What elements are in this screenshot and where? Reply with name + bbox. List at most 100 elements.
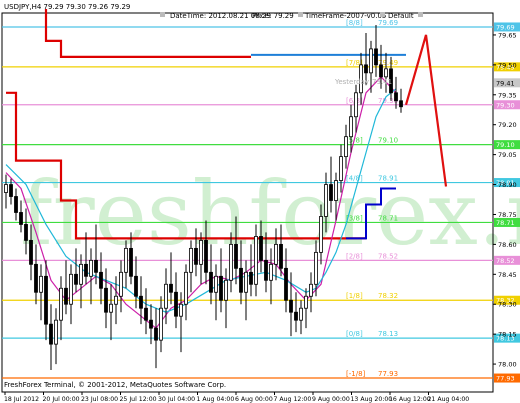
candle-body [114, 295, 118, 305]
x-tick-label: 6 Aug 00:00 [235, 396, 273, 403]
candle-body [244, 271, 248, 293]
candle-body [119, 271, 123, 297]
y-tick-label: 79.65 [498, 31, 517, 39]
yesterday-value: 79.41 [372, 78, 392, 86]
candle-body [324, 184, 328, 217]
chart-window: freshforex.ru [8/8]79.6979.69[7/8]79.497… [0, 0, 520, 403]
level-label: [1/8] [346, 292, 363, 300]
candle-body [59, 287, 63, 321]
candle-body [144, 307, 148, 321]
candle-body [19, 212, 23, 225]
current-price-label: 79.41 [496, 79, 515, 87]
footer-copyright: FreshForex Terminal, © 2001-2012, MetaQu… [4, 381, 226, 389]
chart-canvas: freshforex.ru [8/8]79.6979.69[7/8]79.497… [1, 3, 520, 403]
level-axis-label: 78.52 [496, 257, 515, 265]
candle-body [304, 295, 308, 309]
level-axis-label: 79.30 [496, 101, 515, 109]
candle-body [234, 243, 238, 269]
header-marker-icon [380, 12, 385, 17]
candle-body [249, 271, 253, 285]
x-tick-label: 18 Jul 2012 [4, 396, 39, 403]
y-tick-label: 78.60 [498, 241, 517, 249]
x-tick-label: 20 Jul 00:00 [43, 396, 80, 403]
x-tick-label: 7 Aug 12:00 [274, 396, 312, 403]
x-tick-label: 30 Jul 04:00 [158, 396, 195, 403]
candle-body [159, 307, 163, 341]
candle-body [309, 283, 313, 297]
candle-body [84, 263, 88, 277]
x-tick-label: 1 Aug 04:00 [197, 396, 235, 403]
x-tick-label: 23 Jul 08:00 [81, 396, 118, 403]
candle-body [54, 319, 58, 345]
candle-body [239, 267, 243, 293]
yesterday-label: Yesterday [334, 78, 369, 86]
candle-body [289, 299, 293, 313]
y-tick-label: 78.00 [498, 361, 517, 369]
candle-body [199, 239, 203, 265]
candle-body [204, 239, 208, 273]
candle-body [299, 307, 303, 321]
header-marker-icon [298, 12, 303, 17]
level-axis-label: 79.10 [496, 141, 515, 149]
candle-body [149, 319, 153, 329]
candle-body [209, 271, 213, 293]
candle-body [329, 184, 333, 201]
level-label: [8/8] [346, 19, 363, 27]
candle-body [179, 303, 183, 317]
y-tick-label: 78.90 [498, 181, 517, 189]
candle-body [294, 311, 298, 321]
candle-body [34, 263, 38, 293]
header-marker-icon [160, 12, 165, 17]
candle-body [24, 224, 28, 241]
time-axis: 18 Jul 2012 20 Jul 00:00 23 Jul 08:00 25 Ju… [4, 392, 469, 403]
candle-body [399, 100, 403, 108]
candle-body [259, 236, 263, 261]
candle-body [129, 247, 133, 277]
symbol-header: USDJPY,H4 79.29 79.30 79.26 79.29 [4, 3, 130, 11]
candle-body [214, 275, 218, 293]
y-tick-label: 79.05 [498, 151, 517, 159]
candle-body [274, 243, 278, 265]
candle-body [269, 263, 273, 281]
candle-body [379, 64, 383, 78]
candle-body [154, 327, 158, 341]
y-tick-label: 78.30 [498, 301, 517, 309]
level-price-text: 78.71 [378, 214, 398, 222]
y-tick-label: 78.15 [498, 331, 517, 339]
candle-body [334, 180, 338, 201]
candle-body [194, 247, 198, 265]
x-tick-label: 13 Aug 20:00 [351, 396, 393, 403]
candle-body [169, 283, 173, 293]
x-tick-label: 9 Aug 00:00 [312, 396, 350, 403]
candle-body [14, 196, 18, 213]
candle-body [99, 271, 103, 289]
y-tick-label: 79.50 [498, 61, 517, 69]
level-label: [0/8] [346, 330, 363, 338]
candle-body [339, 156, 343, 181]
x-tick-label: 25 Jul 12:00 [120, 396, 157, 403]
candle-body [224, 279, 228, 301]
candle-body [354, 92, 358, 118]
candle-body [69, 273, 73, 305]
candle-body [134, 275, 138, 297]
level-axis-label: 78.71 [496, 219, 515, 227]
candle-body [109, 303, 113, 313]
level-price-text: 77.93 [378, 370, 398, 378]
candle-body [394, 92, 398, 102]
candle-body [374, 48, 378, 66]
candle-body [349, 116, 353, 138]
candle-body [174, 291, 178, 317]
level-axis-label: 79.69 [496, 23, 515, 31]
y-tick-label: 78.45 [498, 271, 517, 279]
candle-body [314, 251, 318, 285]
candle-body [254, 236, 258, 285]
price-label: Price: 79.29 [252, 12, 294, 20]
candle-body [369, 48, 373, 74]
candle-body [364, 64, 368, 74]
candle-body [4, 184, 8, 193]
candle-body [89, 259, 93, 277]
y-tick-label: 78.75 [498, 211, 517, 219]
candle-body [74, 273, 78, 285]
level-label: [4/8] [346, 175, 363, 183]
candle-body [9, 184, 13, 197]
